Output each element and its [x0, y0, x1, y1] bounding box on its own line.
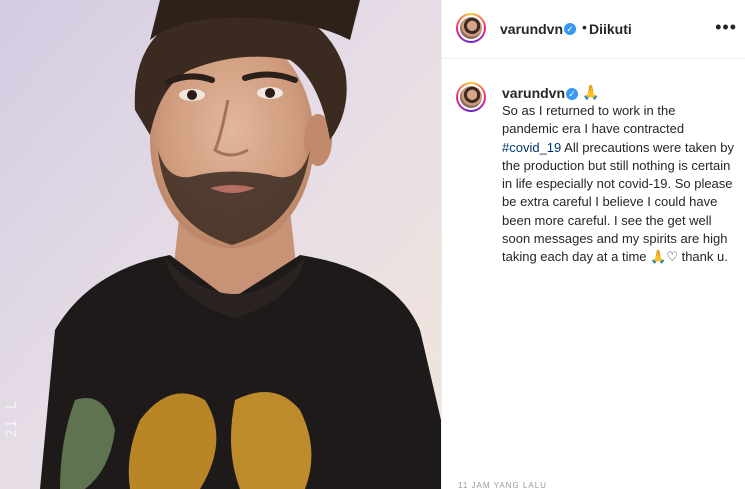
- caption-text-part-1: So as I returned to work in the pandemic…: [502, 103, 685, 137]
- post-photo[interactable]: 21 L: [0, 0, 441, 489]
- post-timestamp: 11 JAM YANG LALU: [458, 481, 547, 489]
- header-username[interactable]: varundvn: [500, 21, 563, 37]
- following-button[interactable]: Diikuti: [589, 21, 632, 37]
- profile-picture-icon: [460, 17, 482, 39]
- separator-dot: •: [582, 19, 587, 35]
- hashtag-link[interactable]: #covid_19: [502, 140, 561, 155]
- post-caption: varundvn ✓ 🙏 So as I returned to work in…: [442, 59, 745, 489]
- selfie-photo-icon: [0, 0, 441, 489]
- instagram-post: 21 L varundvn ✓ • Diikuti ••• varundvn ✓: [0, 0, 745, 489]
- caption-text-part-2: All precautions were taken by the produc…: [502, 139, 734, 265]
- profile-picture-icon: [460, 86, 482, 108]
- caption-username[interactable]: varundvn: [502, 85, 565, 101]
- caption-avatar[interactable]: [456, 82, 486, 112]
- avatar-ring: [458, 84, 484, 110]
- more-options-icon[interactable]: •••: [715, 17, 737, 38]
- praying-hands-icon: 🙏: [582, 84, 600, 100]
- verified-badge-icon: ✓: [566, 88, 578, 100]
- caption-text: So as I returned to work in the pandemic…: [502, 102, 734, 267]
- avatar-ring: [458, 15, 484, 41]
- photo-watermark: 21 L: [4, 400, 20, 438]
- post-header: varundvn ✓ • Diikuti •••: [442, 0, 745, 59]
- post-sidebar: varundvn ✓ • Diikuti ••• varundvn ✓ 🙏 So…: [442, 0, 745, 489]
- verified-badge-icon: ✓: [564, 23, 576, 35]
- avatar[interactable]: [456, 13, 486, 43]
